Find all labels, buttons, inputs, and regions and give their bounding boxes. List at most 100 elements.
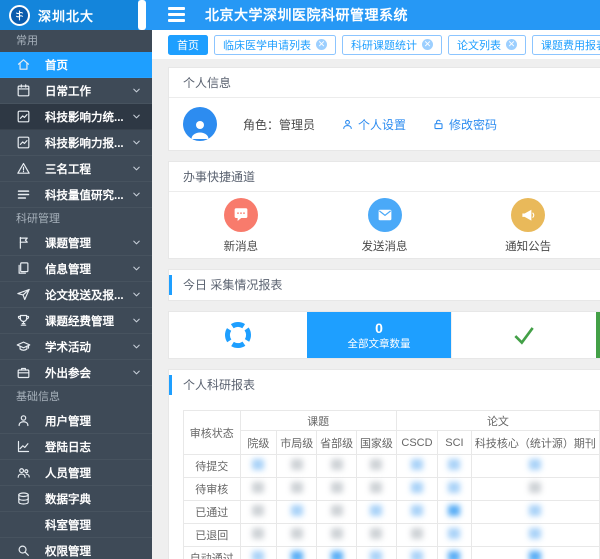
chevron-down-icon [131, 163, 142, 174]
hamburger-icon[interactable] [168, 7, 185, 22]
tab-item[interactable]: 课题费用报表✕ [532, 35, 600, 55]
row-status-label: 待审核 [184, 478, 241, 501]
table-cell-redacted[interactable] [240, 524, 277, 547]
table-cell-redacted[interactable] [396, 547, 437, 559]
table-column-header: 科技核心（统计源）期刊 [471, 431, 599, 455]
quick-channel-label: 通知公告 [505, 238, 551, 254]
table-cell-redacted[interactable] [471, 478, 599, 501]
table-cell-redacted[interactable] [396, 455, 437, 478]
table-cell-redacted[interactable] [471, 547, 599, 559]
sidebar-item[interactable]: 论文投送及报... [0, 282, 152, 308]
person-icon [341, 118, 354, 131]
all-articles-stat[interactable]: 0 全部文章数量 [307, 312, 451, 358]
table-cell-redacted[interactable] [240, 547, 277, 559]
tab-close-icon[interactable]: ✕ [316, 39, 327, 50]
quick-channel-item[interactable]: 发送消息 [313, 198, 457, 258]
table-cell-redacted[interactable] [357, 524, 397, 547]
table-cell-redacted[interactable] [240, 478, 277, 501]
table-cell-redacted[interactable] [277, 455, 317, 478]
sidebar-item-label: 科技量值研究... [45, 187, 131, 203]
row-status-label: 已通过 [184, 501, 241, 524]
table-cell-redacted[interactable] [317, 524, 357, 547]
paper-plane-icon [16, 287, 31, 302]
quick-channel-item[interactable]: 新消息 [169, 198, 313, 258]
table-cell-redacted[interactable] [357, 501, 397, 524]
sidebar-item-label: 外出参会 [45, 365, 131, 381]
sidebar-item[interactable]: 课题管理 [0, 230, 152, 256]
tab-item[interactable]: 科研课题统计 ✕ [342, 35, 442, 55]
table-cell-redacted[interactable] [317, 501, 357, 524]
tab-close-icon[interactable]: ✕ [506, 39, 517, 50]
table-cell-redacted[interactable] [438, 524, 472, 547]
table-cell-redacted[interactable] [277, 547, 317, 559]
change-password-link[interactable]: 修改密码 [432, 116, 497, 133]
quick-channels-title: 办事快捷通道 [169, 162, 600, 192]
line-chart-icon [16, 439, 31, 454]
sidebar-item-label: 三名工程 [45, 161, 131, 177]
table-cell-redacted[interactable] [438, 478, 472, 501]
table-cell-redacted[interactable] [471, 501, 599, 524]
table-cell-redacted[interactable] [438, 547, 472, 559]
avatar[interactable] [183, 107, 217, 141]
personal-info-card: 个人信息 角色：管理员 个人设置 修改密码 [168, 67, 600, 151]
quick-channel-item[interactable]: 通知公告 [456, 198, 600, 258]
table-cell-redacted[interactable] [277, 478, 317, 501]
logo-divider [138, 0, 146, 30]
hospital-emblem-icon [9, 5, 30, 26]
table-cell-redacted[interactable] [438, 455, 472, 478]
sidebar-item[interactable]: 人员管理 [0, 460, 152, 486]
tab-active[interactable]: 首页 [168, 35, 208, 55]
table-cell-redacted[interactable] [317, 478, 357, 501]
sidebar-item-label: 人员管理 [45, 465, 142, 481]
sidebar-item[interactable]: 科技量值研究... [0, 182, 152, 208]
tab-item[interactable]: 临床医学申请列表✕ [214, 35, 336, 55]
sidebar-item[interactable]: 科室管理 [0, 512, 152, 538]
table-group-header: 课题 [240, 411, 396, 431]
table-cell-redacted[interactable] [357, 547, 397, 559]
sidebar-item[interactable]: 日常工作 [0, 78, 152, 104]
table-cell-redacted[interactable] [396, 524, 437, 547]
tab-item[interactable]: 论文列表 ✕ [448, 35, 526, 55]
table-cell-redacted[interactable] [317, 547, 357, 559]
table-cell-redacted[interactable] [471, 524, 599, 547]
sidebar-item[interactable]: 三名工程 [0, 156, 152, 182]
table-cell-redacted[interactable] [277, 524, 317, 547]
sidebar-item[interactable]: 登陆日志 [0, 434, 152, 460]
tab-label: 论文列表 [457, 37, 501, 53]
sidebar-item[interactable]: 权限管理 [0, 538, 152, 559]
table-cell-redacted[interactable] [357, 478, 397, 501]
sidebar-item[interactable]: 用户管理 [0, 408, 152, 434]
table-cell-redacted[interactable] [317, 455, 357, 478]
tab-close-icon[interactable]: ✕ [422, 39, 433, 50]
sidebar-item[interactable]: 外出参会 [0, 360, 152, 386]
table-cell-redacted[interactable] [396, 501, 437, 524]
sidebar-item-label: 日常工作 [45, 83, 131, 99]
sidebar-item[interactable]: 数据字典 [0, 486, 152, 512]
calendar-icon [16, 83, 31, 98]
quick-channel-label: 新消息 [224, 238, 259, 254]
sidebar-item-label: 课题管理 [45, 235, 131, 251]
tab-label: 科研课题统计 [351, 37, 417, 53]
sidebar-item[interactable]: 课题经费管理 [0, 308, 152, 334]
chat-bubble-icon [224, 198, 258, 232]
alert-triangle-icon [16, 161, 31, 176]
table-cell-redacted[interactable] [471, 455, 599, 478]
sidebar-item[interactable]: 首页 [0, 52, 152, 78]
sidebar-item[interactable]: 信息管理 [0, 256, 152, 282]
table-cell-redacted[interactable] [277, 501, 317, 524]
table-cell-redacted[interactable] [396, 478, 437, 501]
table-cell-redacted[interactable] [240, 455, 277, 478]
table-column-header: 市局级 [277, 431, 317, 455]
table-cell-redacted[interactable] [240, 501, 277, 524]
table-cell-redacted[interactable] [357, 455, 397, 478]
sidebar-item[interactable]: 科技影响力统... [0, 104, 152, 130]
stat-label: 全部文章数量 [348, 336, 411, 351]
header-title: 北京大学深圳医院科研管理系统 [205, 0, 408, 30]
sidebar-item[interactable]: 科技影响力报... [0, 130, 152, 156]
role-line: 角色：管理员 [243, 116, 315, 133]
sidebar-item[interactable]: 学术活动 [0, 334, 152, 360]
personal-settings-link[interactable]: 个人设置 [341, 116, 406, 133]
chevron-down-icon [131, 111, 142, 122]
table-cell-redacted[interactable] [438, 501, 472, 524]
sidebar-item-label: 论文投送及报... [45, 287, 131, 303]
